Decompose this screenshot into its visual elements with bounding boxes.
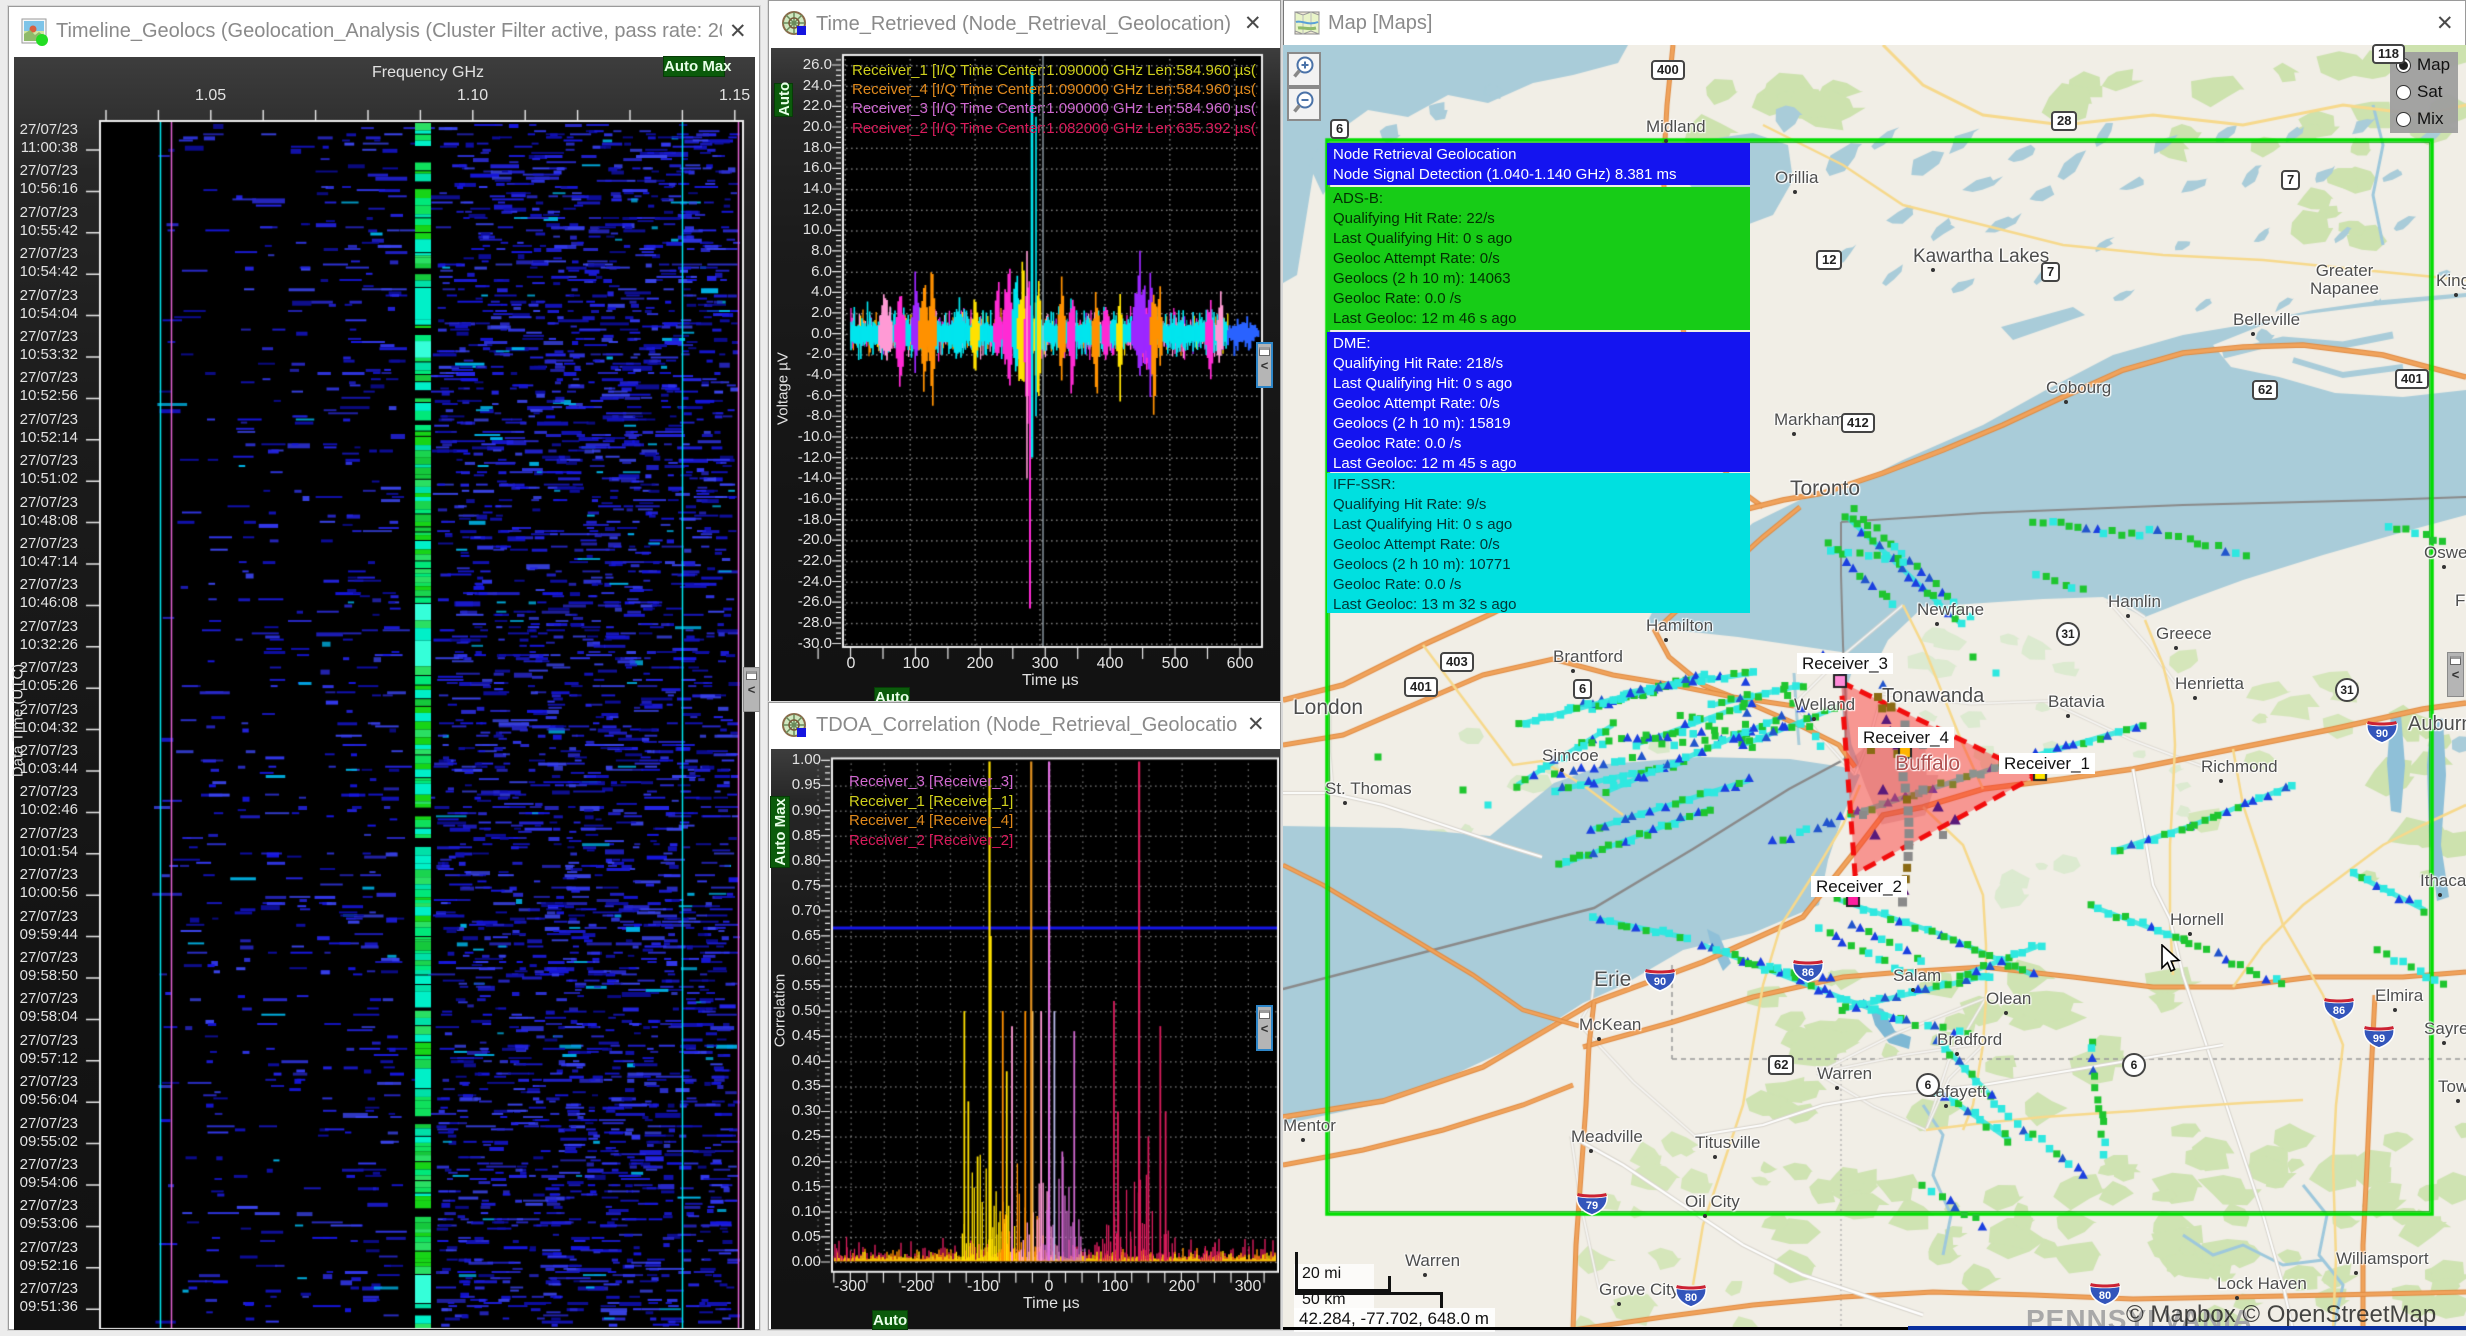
svg-text:86: 86 — [1802, 967, 1814, 979]
svg-text:79: 79 — [1586, 1200, 1598, 1212]
svg-text:90: 90 — [1654, 976, 1666, 988]
svg-text:99: 99 — [2373, 1033, 2385, 1045]
svg-text:86: 86 — [2333, 1005, 2345, 1017]
svg-text:90: 90 — [2376, 728, 2388, 740]
svg-text:80: 80 — [2099, 1290, 2111, 1302]
svg-text:80: 80 — [1685, 1292, 1697, 1304]
